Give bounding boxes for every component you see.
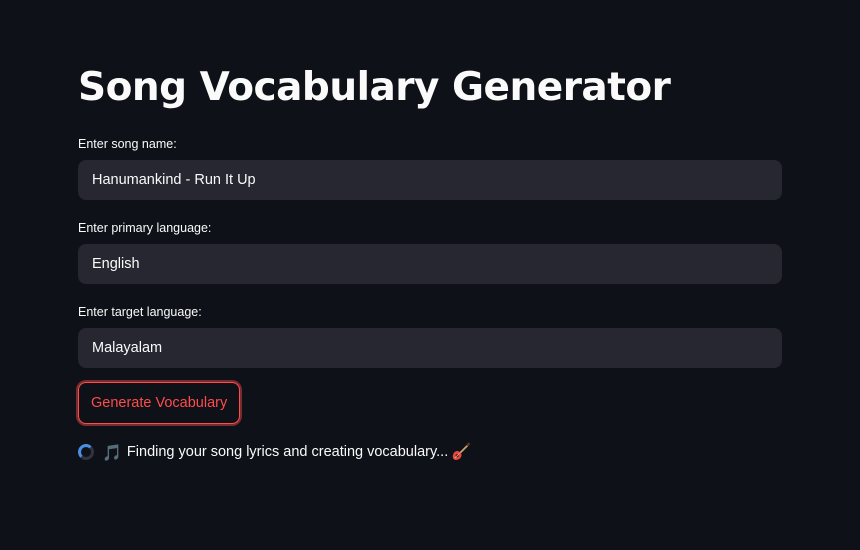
primary-language-input[interactable] <box>78 244 782 284</box>
guitar-icon <box>453 442 471 460</box>
target-language-label: Enter target language: <box>78 305 202 319</box>
page-title: Song Vocabulary Generator <box>78 65 671 110</box>
primary-language-field: Enter primary language: <box>78 220 782 284</box>
primary-language-label: Enter primary language: <box>78 221 212 235</box>
target-language-field: Enter target language: <box>78 304 782 368</box>
song-name-input[interactable] <box>78 160 782 200</box>
loading-status: 🎵 Finding your song lyrics and creating … <box>78 440 471 464</box>
status-message: Finding your song lyrics and creating vo… <box>126 444 449 460</box>
target-language-input[interactable] <box>78 328 782 368</box>
music-note-icon: 🎵 <box>102 442 122 462</box>
song-name-field: Enter song name: <box>78 136 782 200</box>
song-name-label: Enter song name: <box>78 137 177 151</box>
spinner-icon <box>78 444 94 460</box>
generate-vocabulary-button[interactable]: Generate Vocabulary <box>78 382 241 424</box>
